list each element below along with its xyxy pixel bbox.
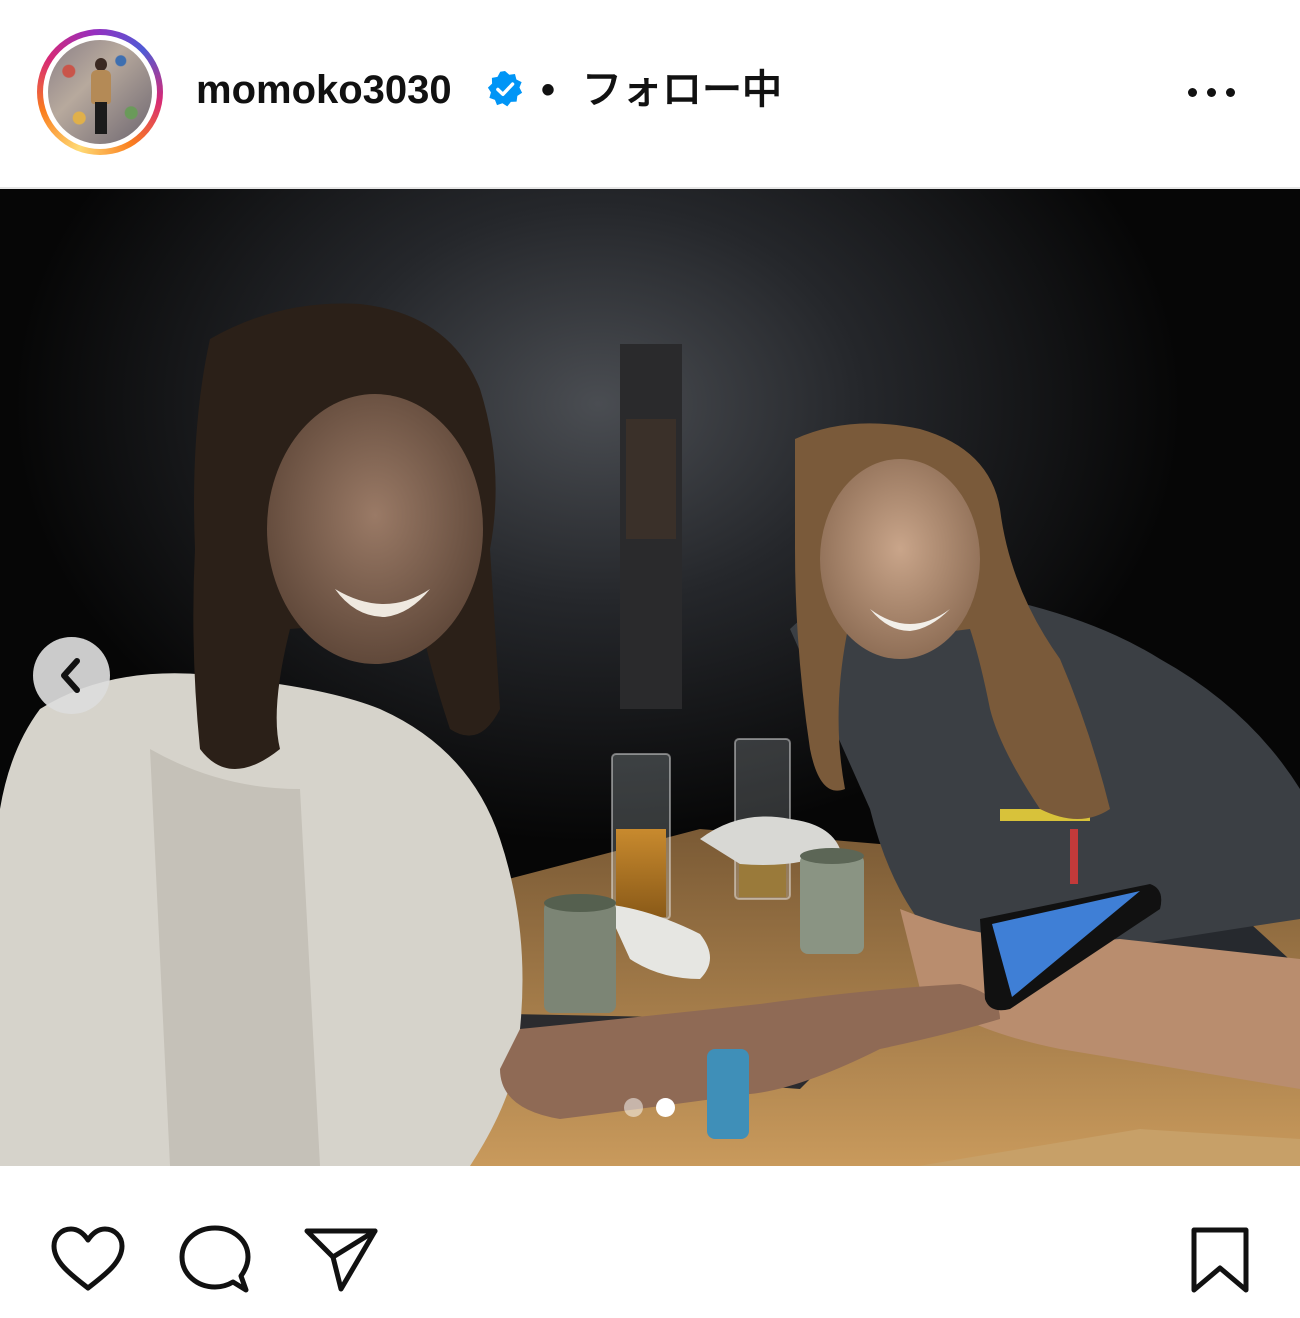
post-header: momoko3030 • フォロー中: [0, 0, 1300, 185]
story-ring[interactable]: [37, 29, 163, 155]
verified-badge-icon: [487, 70, 523, 107]
separator-dot: •: [541, 68, 556, 112]
action-bar: [0, 1166, 1300, 1318]
username[interactable]: momoko3030: [196, 66, 452, 114]
carousel-dot-active: [656, 1098, 675, 1117]
heart-icon[interactable]: [50, 1226, 126, 1292]
carousel-dot: [624, 1098, 643, 1117]
send-icon[interactable]: [303, 1223, 379, 1295]
following-button[interactable]: フォロー中: [582, 66, 782, 114]
bookmark-icon[interactable]: [1188, 1224, 1252, 1296]
more-options-button[interactable]: [1182, 78, 1242, 108]
more-options-icon: [1188, 88, 1197, 97]
post-photo[interactable]: [0, 189, 1300, 1166]
comment-icon[interactable]: [178, 1224, 252, 1296]
avatar[interactable]: [48, 40, 152, 144]
carousel-indicator: [624, 1098, 684, 1118]
chevron-left-icon: [61, 658, 80, 693]
photo-illustration: [0, 189, 1300, 1166]
previous-slide-button[interactable]: [33, 637, 110, 714]
